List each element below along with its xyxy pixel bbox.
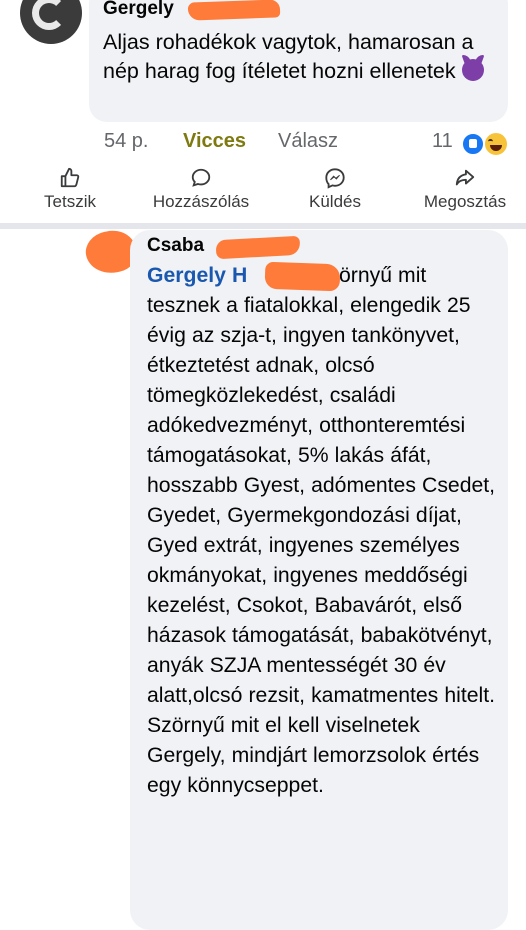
devil-emoji-icon — [461, 59, 484, 81]
reply-text-body: Szörnyű mit tesznek a fiatalokkal, eleng… — [147, 264, 496, 797]
messenger-icon — [325, 168, 345, 189]
action-bar: Tetszik Hozzászólás Küldés Megosztás — [0, 163, 526, 213]
avatar[interactable] — [20, 0, 82, 44]
reply-text: Gergely H Szörnyű mit tesznek a fiatalok… — [147, 261, 502, 801]
comment-text-body: Aljas rohadékok vagytok, hamarosan a nép… — [103, 30, 474, 83]
like-reaction-icon[interactable] — [461, 132, 485, 156]
send-button-label: Küldés — [309, 192, 361, 211]
comment-bubble-icon — [191, 168, 211, 187]
comment-timestamp[interactable]: 54 p. — [104, 130, 148, 153]
reply-author[interactable]: Csaba — [147, 235, 204, 257]
share-button[interactable]: Megosztás — [407, 163, 523, 213]
comment-button[interactable]: Hozzászólás — [140, 163, 262, 213]
share-arrow-icon — [455, 169, 475, 186]
redaction-mark — [264, 261, 341, 292]
thumbs-up-icon — [60, 167, 80, 188]
send-button[interactable]: Küldés — [292, 163, 378, 213]
like-button-label: Tetszik — [44, 192, 96, 211]
section-divider — [0, 223, 526, 229]
redaction-mark — [187, 0, 281, 21]
mention-link[interactable]: Gergely H — [147, 264, 247, 287]
haha-reaction-icon[interactable] — [483, 131, 509, 157]
comment-text: Aljas rohadékok vagytok, hamarosan a nép… — [103, 28, 503, 86]
reaction-label[interactable]: Vicces — [183, 130, 246, 153]
share-button-label: Megosztás — [423, 192, 507, 211]
like-button[interactable]: Tetszik — [25, 163, 115, 213]
reaction-count[interactable]: 11 — [432, 130, 453, 153]
comment-button-label: Hozzászólás — [152, 192, 250, 211]
reply-link[interactable]: Válasz — [278, 130, 338, 153]
avatar-logo-icon — [32, 0, 66, 30]
comment-card: Gergely Aljas rohadékok vagytok, hamaros… — [0, 0, 526, 223]
comment-author[interactable]: Gergely — [103, 0, 174, 20]
